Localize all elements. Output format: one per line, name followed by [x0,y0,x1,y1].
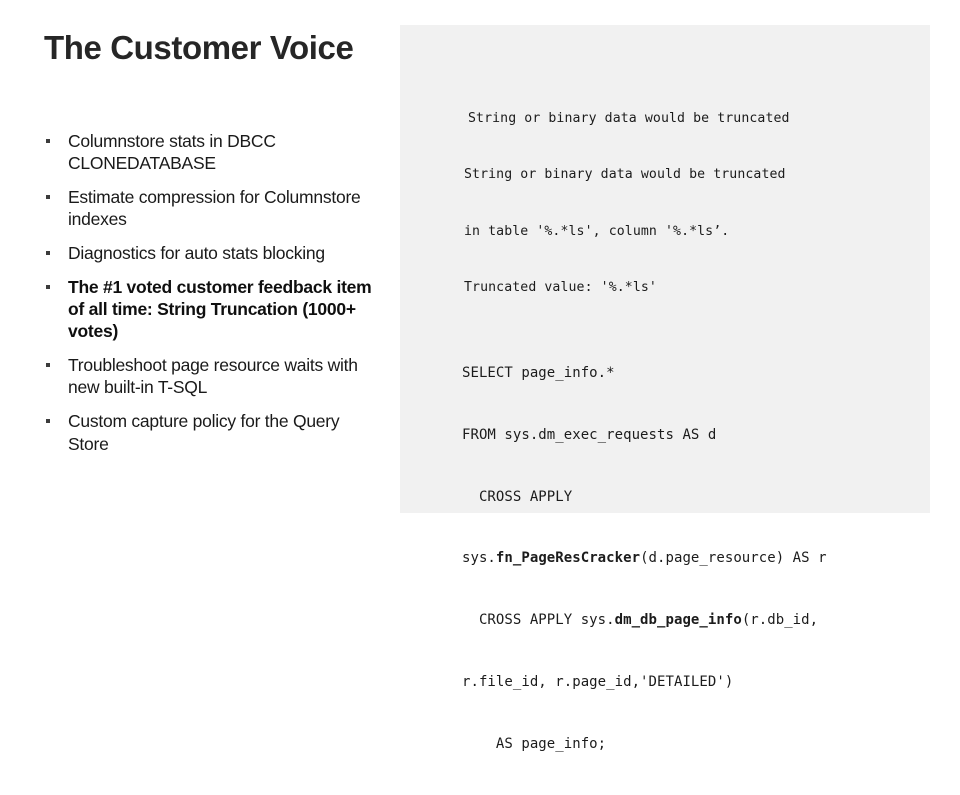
sql-query-sample: SELECT page_info.* FROM sys.dm_exec_requ… [462,322,827,795]
code-line: AS page_info; [462,735,607,752]
code-line: FROM sys.dm_exec_requests AS d [462,426,717,443]
code-line: String or binary data would be truncated [464,167,786,183]
bullet-marker-icon [46,251,50,256]
feature-bullet-list: Columnstore stats in DBCC CLONEDATABASE … [44,130,384,467]
slide-canvas: The Customer Voice Columnstore stats in … [0,0,960,752]
list-item: Estimate compression for Columnstore ind… [44,186,384,230]
bullet-marker-icon [46,195,50,200]
code-line: CROSS APPLY [462,488,573,505]
left-content-column: The Customer Voice Columnstore stats in … [44,29,384,510]
code-line: r.file_id, r.page_id,'DETAILED') [462,673,734,690]
list-item-label: The #1 voted customer feedback item of a… [68,277,372,342]
list-item: Custom capture policy for the Query Stor… [44,410,384,454]
bullet-marker-icon [46,419,50,424]
code-line: SELECT page_info.* [462,365,615,382]
list-item: Columnstore stats in DBCC CLONEDATABASE [44,130,384,174]
code-line: String or binary data would be truncated [468,111,790,127]
list-item: Troubleshoot page resource waits with ne… [44,354,384,398]
code-segment: (d.page_resource) AS r [640,550,827,567]
page-title: The Customer Voice [44,29,354,66]
code-line: Truncated value: '%.*ls' [464,279,657,295]
code-line: sys.fn_PageResCracker(d.page_resource) A… [462,548,827,569]
error-message-full: String or binary data would be truncated… [464,129,786,335]
list-item-label: Columnstore stats in DBCC CLONEDATABASE [68,131,276,174]
list-item-label: Estimate compression for Columnstore ind… [68,187,361,230]
bullet-marker-icon [46,139,50,143]
list-item: Diagnostics for auto stats blocking [44,242,384,264]
code-line: CROSS APPLY sys.dm_db_page_info(r.db_id, [462,610,827,631]
list-item: The #1 voted customer feedback item of a… [44,276,384,342]
code-line: in table '%.*ls', column '%.*ls’. [464,223,730,239]
code-segment: sys. [462,550,496,567]
list-item-label: Troubleshoot page resource waits with ne… [68,355,358,398]
list-item-label: Custom capture policy for the Query Stor… [68,411,340,454]
code-function-name: fn_PageResCracker [495,550,641,567]
code-illustration-panel: String or binary data would be truncated… [400,25,930,752]
code-segment: (r.db_id, [741,612,819,629]
bullet-marker-icon [46,285,50,290]
code-function-name: dm_db_page_info [614,612,742,629]
code-segment: CROSS APPLY sys. [462,612,615,629]
list-item-label: Diagnostics for auto stats blocking [68,243,325,264]
bullet-marker-icon [46,363,50,368]
